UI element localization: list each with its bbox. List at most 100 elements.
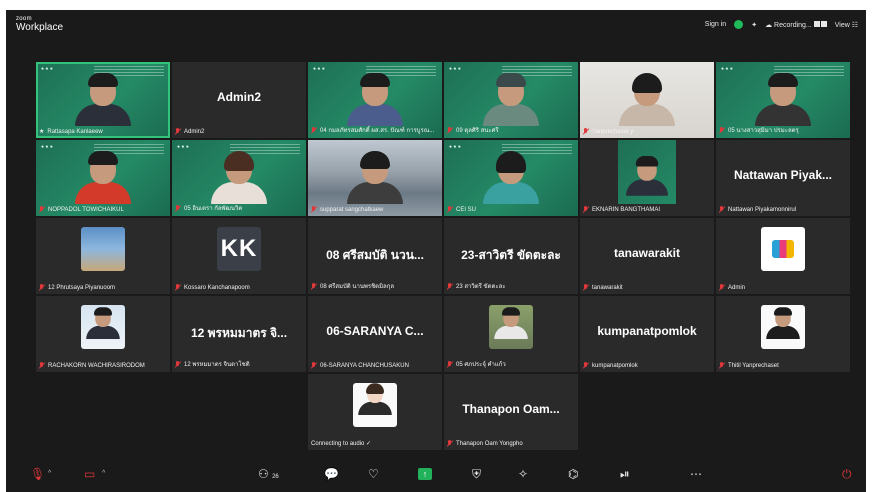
participant-tile[interactable]: 06-SARANYA C... 06-SARANYA CHANCHUSAKUN <box>308 296 442 372</box>
view-menu[interactable]: View ☷ <box>835 21 858 29</box>
slide-header: ● ● ● <box>313 66 325 72</box>
react-button[interactable]: ♡ <box>368 468 379 480</box>
participant-tile[interactable]: ● ● ● 05 อินเตรา กัลพัฒนวิต <box>172 140 306 216</box>
participant-name-tag: 05 นางสาวสุมิมา ปรมะลตรุ <box>719 125 847 135</box>
participant-video <box>755 73 811 126</box>
participant-video <box>347 151 403 204</box>
participant-tile[interactable]: 08 ศรีสมบัติ นวน... 08 ศรีสมบัติ นานพรชิ… <box>308 218 442 294</box>
security-button[interactable]: ⛨ <box>472 468 481 480</box>
video-button[interactable]: ▭ ^ <box>84 468 105 480</box>
participant-video <box>483 73 539 126</box>
participant-tile[interactable]: supparat sangchatkaew <box>308 140 442 216</box>
leave-button[interactable]: ⏻ <box>842 468 852 480</box>
apps-button[interactable]: ⌬ <box>568 468 578 480</box>
participant-tile[interactable]: Thanapon Oam... Thanapon Oam Yongpho <box>444 374 578 450</box>
mic-muted-icon <box>583 284 589 291</box>
participant-name: Thanapon Oam Yongpho <box>456 440 523 447</box>
participant-name: Admin <box>728 284 746 291</box>
participant-tile[interactable]: ● ● ● CEI SU <box>444 140 578 216</box>
stop-icon[interactable] <box>820 20 827 27</box>
zoom-logo: zoom Workplace <box>16 16 63 33</box>
participant-name-tag: Admin2 <box>175 128 303 135</box>
chevron-up-icon[interactable]: ^ <box>102 470 105 477</box>
apps-sparkle-icon[interactable]: ✦ <box>751 21 757 29</box>
ai-companion-button[interactable]: ✧ <box>518 468 528 480</box>
participant-tile[interactable]: Admin <box>716 218 850 294</box>
mic-muted-icon <box>175 360 181 368</box>
mic-muted-icon <box>311 282 317 290</box>
participant-name: Yanprechaset y <box>592 128 634 135</box>
chat-icon: 💬 <box>324 467 339 481</box>
participant-name: Thitil Yanprechaset <box>728 362 779 369</box>
mic-muted-icon <box>583 128 589 135</box>
participant-name: 09 ดุลศิริ สนะศรี <box>456 128 499 134</box>
participant-tile[interactable]: RACHAKORN WACHIRASIRODOM <box>36 296 170 372</box>
participant-name: supparat sangchatkaew <box>320 206 384 213</box>
mic-muted-icon <box>719 206 725 213</box>
participant-tile[interactable]: ● ● ● 09 ดุลศิริ สนะศรี <box>444 62 578 138</box>
mic-muted-icon <box>447 282 453 290</box>
participant-tile[interactable]: tanawarakit tanawarakit <box>580 218 714 294</box>
slide-header: ● ● ● <box>41 144 53 150</box>
mic-muted-icon <box>175 204 181 212</box>
recording-status[interactable]: ☁ Recording... <box>765 20 827 29</box>
zoom-window: zoom Workplace Sign in ✦ ☁ Recording... … <box>6 10 866 492</box>
mute-button[interactable]: 🎙 ^ <box>30 468 51 480</box>
mic-muted-icon <box>447 126 453 134</box>
participant-tile[interactable]: 12 พรหมมาตร จิ... 12 พรหมมาตร จินดาโชติ <box>172 296 306 372</box>
participant-tile[interactable]: EKNARIN BANGTHAMAI <box>580 140 714 216</box>
participant-name: 04 กมลภัทรสมศักดิ์ ผส.สร. ปัณฑ์ การบูรณ.… <box>320 128 435 134</box>
share-button[interactable]: ↑ <box>418 468 432 480</box>
participant-name-tag: RACHAKORN WACHIRASIRODOM <box>39 362 167 369</box>
more-button[interactable]: ⋯ <box>690 468 702 480</box>
participant-tile[interactable]: 12 Phrutsaya Piyanuoom <box>36 218 170 294</box>
participant-tile[interactable]: Connecting to audio ✓ <box>308 374 442 450</box>
brand-name: Workplace <box>16 22 64 33</box>
participant-tile[interactable]: 23-สาวิตรี ขัดตะละ 23 สาวิตรี ขัดตะละ <box>444 218 578 294</box>
meeting-toolbar: 🎙 ^ ▭ ^ ⚇ 26 💬 ♡ ↑ ⛨ ✧ ⌬ ⏯ ⋯ ⏻ <box>6 462 866 492</box>
participant-tile[interactable]: Nattawan Piyak... Nattawan Piyakamonniru… <box>716 140 850 216</box>
participant-avatar <box>761 305 805 349</box>
recording-controls[interactable] <box>813 20 827 27</box>
participant-tile[interactable]: KK Kossaro Kanchanapoom <box>172 218 306 294</box>
participant-tile[interactable]: Admin2 Admin2 <box>172 62 306 138</box>
pause-icon[interactable] <box>813 20 820 27</box>
participant-name: NOPPADOL TOWICHAIKUL <box>48 206 124 213</box>
view-label: View <box>834 21 850 29</box>
participant-name: 06-SARANYA CHANCHUSAKUN <box>320 362 409 369</box>
participant-name: 12 พรหมมาตร จินดาโชติ <box>184 362 250 368</box>
encryption-shield-icon[interactable] <box>734 20 744 29</box>
slide-header: ● ● ● <box>449 66 461 72</box>
participant-tile[interactable]: Thitil Yanprechaset <box>716 296 850 372</box>
participant-name: Kossaro Kanchanapoom <box>184 284 250 291</box>
chat-button[interactable]: 💬 <box>324 468 339 480</box>
participant-tile[interactable]: ● ● ● NOPPADOL TOWICHAIKUL <box>36 140 170 216</box>
participants-button[interactable]: ⚇ 26 <box>258 468 279 483</box>
security-icon: ⛨ <box>472 467 482 481</box>
participant-tile[interactable]: kumpanatpomlok kumpanatpomlok <box>580 296 714 372</box>
participant-tile[interactable]: Yanprechaset y <box>580 62 714 138</box>
participant-name-tag: tanawarakit <box>583 284 711 291</box>
sign-in-link[interactable]: Sign in <box>705 21 726 28</box>
mic-muted-icon <box>311 126 317 134</box>
participant-name: kumpanatpomlok <box>592 362 638 369</box>
mic-muted-icon <box>719 362 725 369</box>
top-bar: zoom Workplace Sign in ✦ ☁ Recording... … <box>6 10 866 44</box>
participant-tile[interactable]: 05 ศภประจุ์ คำแก้ว <box>444 296 578 372</box>
participant-video <box>619 73 675 126</box>
participant-name-tag: Nattawan Piyakamonnirul <box>719 206 847 213</box>
participant-name-tag: NOPPADOL TOWICHAIKUL <box>39 206 167 213</box>
participant-tile[interactable]: ● ● ● 05 นางสาวสุมิมา ปรมะลตรุ <box>716 62 850 138</box>
chevron-up-icon[interactable]: ^ <box>48 470 51 477</box>
cloud-icon: ☁ <box>765 21 773 29</box>
record-icon: ⏯ <box>620 467 630 481</box>
participant-avatar <box>353 383 397 427</box>
participant-tile[interactable]: ● ● ● ★ Rattasapa Kanlaeew <box>36 62 170 138</box>
participant-tile[interactable]: ● ● ● 04 กมลภัทรสมศักดิ์ ผส.สร. ปัณฑ์ กา… <box>308 62 442 138</box>
leave-icon: ⏻ <box>842 467 852 481</box>
record-button[interactable]: ⏯ <box>620 468 630 480</box>
participant-name-tag: Admin <box>719 284 847 291</box>
participant-video <box>483 151 539 204</box>
participant-name-tag: 05 อินเตรา กัลพัฒนวิต <box>175 203 303 213</box>
participant-name-tag: Yanprechaset y <box>583 128 711 135</box>
